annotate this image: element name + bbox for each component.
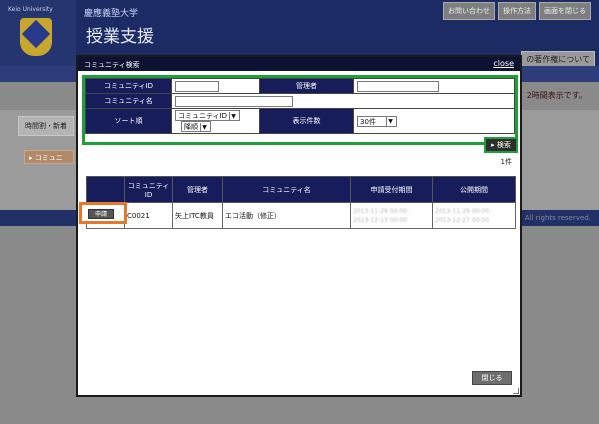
result-count: 1件 <box>500 158 512 166</box>
background-note: 2時間表示です。 <box>526 91 587 100</box>
search-form: コミュニティID 管理者 コミュニティ名 ソート順 コミュニティID ▼ 降順 ▼ … <box>82 75 518 145</box>
logo-area: Keio University <box>0 0 76 66</box>
sort-field-select[interactable]: コミュニティID ▼ <box>175 110 241 121</box>
public-period-end: 2013-12-27 00:00 <box>435 216 490 224</box>
col-header-id: コミュニティID <box>124 176 173 203</box>
row-public-period: 2013-11-29 00:00 - 2013-12-27 00:00 <box>432 202 516 229</box>
row-admin: 矢上ITC教員 <box>172 202 223 229</box>
results-table: コミュニティID 管理者 コミュニティ名 申請受付期間 公開期間 C0021 矢… <box>86 176 516 229</box>
tab-timetable[interactable]: 時間割・新着 <box>18 116 74 136</box>
close-window-button[interactable]: 画面を閉じる <box>539 2 591 20</box>
search-button[interactable]: ▸ 検索 <box>486 139 516 151</box>
community-name-input[interactable] <box>175 95 293 107</box>
university-name-en: Keio University <box>8 6 53 13</box>
admin-label: 管理者 <box>259 78 354 94</box>
community-id-label: コミュニティID <box>85 78 172 94</box>
community-search-dialog: コミュニティ検索 close コミュニティID 管理者 コミュニティ名 ソート順… <box>76 55 522 397</box>
close-dialog-button[interactable]: 閉じる <box>472 371 512 385</box>
footer-copyright: y. All rights reserved. <box>517 214 591 222</box>
dialog-titlebar: コミュニティ検索 close <box>78 57 520 71</box>
community-button[interactable]: ▸ コミュニ <box>24 150 74 164</box>
contact-button[interactable]: お問い合わせ <box>443 2 495 20</box>
apply-period-start: 2013-11-29 00:00 - <box>353 207 412 215</box>
row-name: エコ活動（修正） <box>222 202 351 229</box>
table-header-row: コミュニティID 管理者 コミュニティ名 申請受付期間 公開期間 <box>86 176 516 203</box>
system-title: 授業支援 <box>86 27 154 47</box>
chevron-down-icon: ▼ <box>229 112 237 121</box>
apply-period-end: 2013-12-13 00:00 <box>353 216 408 224</box>
col-header-apply-period: 申請受付期間 <box>350 176 433 203</box>
search-form-table: コミュニティID 管理者 コミュニティ名 ソート順 コミュニティID ▼ 降順 ▼ … <box>85 78 515 134</box>
public-period-start: 2013-11-29 00:00 - <box>435 207 494 215</box>
dialog-title: コミュニティ検索 <box>84 61 140 69</box>
sort-order-select[interactable]: 降順 ▼ <box>181 121 211 132</box>
apply-button[interactable]: 申請 <box>88 209 114 219</box>
col-header-name: コミュニティ名 <box>222 176 351 203</box>
col-header-admin: 管理者 <box>172 176 223 203</box>
community-name-label: コミュニティ名 <box>85 93 172 109</box>
resize-handle-icon[interactable] <box>513 388 519 394</box>
page-size-label: 表示件数 <box>259 108 354 134</box>
search-button-highlight: ▸ 検索 <box>484 137 518 153</box>
header-buttons: お問い合わせ 操作方法 画面を閉じる <box>443 2 591 20</box>
row-apply-period: 2013-11-29 00:00 - 2013-12-13 00:00 <box>350 202 433 229</box>
university-crest-icon <box>20 18 52 56</box>
help-button[interactable]: 操作方法 <box>498 2 536 20</box>
table-row: C0021 矢上ITC教員 エコ活動（修正） 2013-11-29 00:00 … <box>86 202 516 229</box>
apply-button-highlight: 申請 <box>79 202 127 224</box>
university-name-jp: 慶應義塾大学 <box>84 9 139 19</box>
admin-input[interactable] <box>357 80 439 92</box>
col-header-action <box>86 176 125 203</box>
community-id-input[interactable] <box>175 80 219 92</box>
chevron-down-icon: ▼ <box>386 116 394 126</box>
sort-label: ソート順 <box>85 108 172 134</box>
row-id: C0021 <box>124 202 173 229</box>
chevron-down-icon: ▼ <box>200 123 208 132</box>
page-size-select[interactable]: 30件 ▼ <box>357 115 397 127</box>
dialog-close-link[interactable]: close <box>493 59 514 68</box>
col-header-public-period: 公開期間 <box>432 176 516 203</box>
